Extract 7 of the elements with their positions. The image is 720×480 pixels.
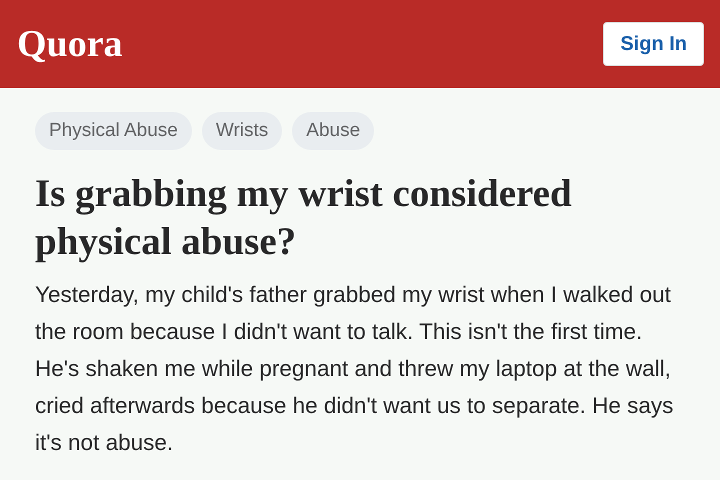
- question-text: Yesterday, my child's father grabbed my wrist when I walked out the room because I didn't want to talk. This isn't the first time. He's shaken me while pregnant and threw my laptop at the wall, cried afterwards because he didn't want us to separate. He says it's not abuse.: [35, 281, 674, 457]
- topic-tag[interactable]: Abuse: [292, 112, 374, 150]
- sign-in-button[interactable]: Sign In: [603, 22, 704, 66]
- topic-tag[interactable]: Physical Abuse: [35, 112, 192, 150]
- question-title: Is grabbing my wrist considered physical abuse?: [35, 171, 573, 265]
- logo[interactable]: Quora: [17, 22, 123, 66]
- topic-tag[interactable]: Wrists: [202, 112, 282, 150]
